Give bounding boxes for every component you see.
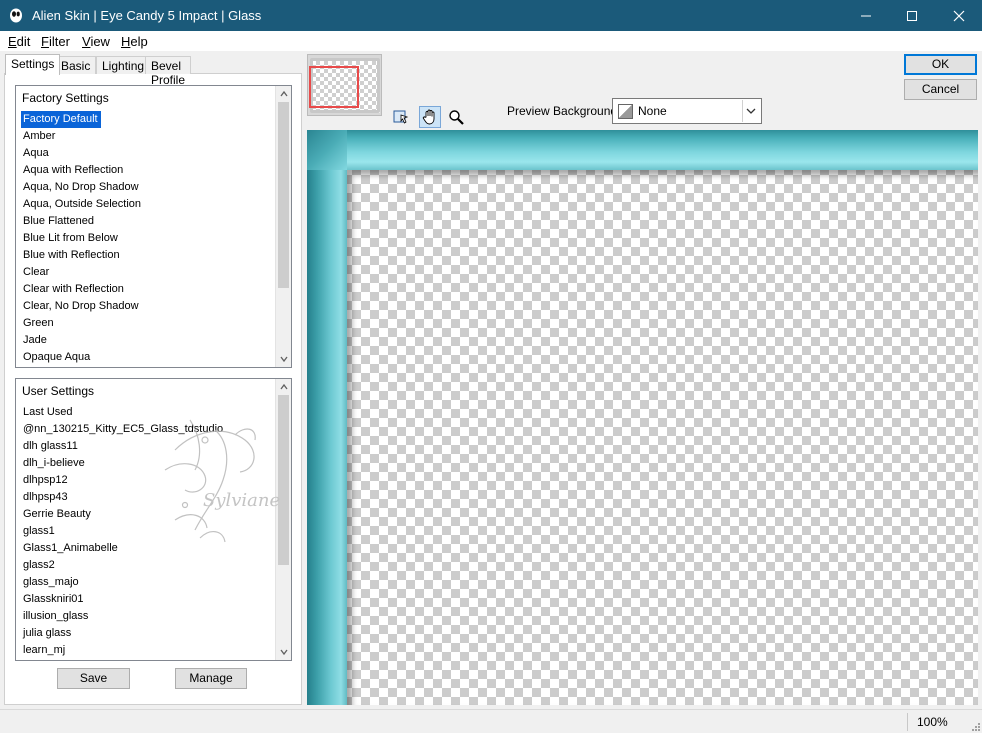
list-item[interactable]: Aqua xyxy=(21,145,279,162)
preview-background-value: None xyxy=(638,104,667,118)
list-item[interactable]: glass1 xyxy=(21,523,279,540)
pan-preview-icon xyxy=(393,110,409,124)
list-item[interactable]: dlhpsp43 xyxy=(21,489,279,506)
list-item[interactable]: Factory Default xyxy=(21,111,101,128)
menu-help[interactable]: Help xyxy=(121,34,148,49)
title-bar: Alien Skin | Eye Candy 5 Impact | Glass xyxy=(0,0,982,31)
ok-button[interactable]: OK xyxy=(904,54,977,75)
minimize-button[interactable] xyxy=(843,0,889,31)
list-item[interactable]: Blue Flattened xyxy=(21,213,279,230)
magnifier-icon xyxy=(449,110,464,125)
list-item[interactable]: dlh_i-believe xyxy=(21,455,279,472)
tab-lighting[interactable]: Lighting xyxy=(96,56,151,74)
menu-edit-label: dit xyxy=(16,34,31,49)
list-item[interactable]: Glass1_Animabelle xyxy=(21,540,279,557)
list-item[interactable]: Blue Lit from Below xyxy=(21,230,279,247)
menu-help-label: elp xyxy=(130,34,148,49)
scroll-up-icon[interactable] xyxy=(279,382,289,392)
preview-navigator-thumbnail[interactable] xyxy=(307,54,382,116)
status-bar: 100% xyxy=(0,709,982,733)
list-item[interactable]: Amber xyxy=(21,128,279,145)
user-settings-header: User Settings xyxy=(22,384,95,398)
list-item[interactable]: Jade xyxy=(21,332,279,349)
status-separator xyxy=(907,713,908,731)
tab-bevel-profile[interactable]: Bevel Profile xyxy=(145,56,192,87)
preview-background-label: Preview Background: xyxy=(507,104,621,118)
list-item[interactable]: Blue with Reflection xyxy=(21,247,279,264)
factory-scroll-thumb[interactable] xyxy=(278,102,289,288)
preview-background-select[interactable]: None xyxy=(612,98,762,124)
glass-frame-left xyxy=(307,130,347,705)
close-icon xyxy=(953,10,965,21)
list-item[interactable]: learn_mj xyxy=(21,642,279,659)
maximize-button[interactable] xyxy=(889,0,935,31)
thumbnail-view-rect[interactable] xyxy=(309,66,359,108)
chevron-down-icon[interactable] xyxy=(746,107,756,115)
scroll-down-icon[interactable] xyxy=(279,647,289,657)
zoom-level: 100% xyxy=(917,715,948,729)
tab-settings[interactable]: Settings xyxy=(5,54,61,75)
minimize-icon xyxy=(861,15,871,16)
cancel-button[interactable]: Cancel xyxy=(904,79,977,100)
list-item[interactable]: julia glass xyxy=(21,625,279,642)
scroll-up-icon[interactable] xyxy=(279,89,289,99)
menu-bar: Edit Filter View Help xyxy=(0,31,982,51)
hand-tool-button[interactable] xyxy=(419,106,441,128)
list-item[interactable]: glass_majo xyxy=(21,574,279,591)
list-item[interactable]: Clear xyxy=(21,264,279,281)
preview-canvas[interactable] xyxy=(307,130,978,705)
user-settings-list[interactable]: User Settings Last Used @nn_130215_Kitty… xyxy=(15,378,292,661)
list-item[interactable]: Aqua with Reflection xyxy=(21,162,279,179)
list-item[interactable]: @nn_130215_Kitty_EC5_Glass_tdstudio xyxy=(21,421,279,438)
user-list-scrollbar[interactable] xyxy=(275,379,291,660)
menu-edit[interactable]: Edit xyxy=(8,34,30,49)
factory-list-scrollbar[interactable] xyxy=(275,86,291,367)
list-item[interactable]: illusion_glass xyxy=(21,608,279,625)
list-item[interactable]: dlhpsp12 xyxy=(21,472,279,489)
glass-frame-top xyxy=(307,130,978,170)
user-scroll-thumb[interactable] xyxy=(278,395,289,565)
list-item[interactable]: Aqua, Outside Selection xyxy=(21,196,279,213)
list-item[interactable]: Gerrie Beauty xyxy=(21,506,279,523)
close-button[interactable] xyxy=(936,0,982,31)
zoom-tool-button[interactable] xyxy=(445,106,467,128)
menu-edit-mnemonic: E xyxy=(8,34,17,49)
list-item[interactable]: Opaque Aqua xyxy=(21,349,279,366)
tab-basic[interactable]: Basic xyxy=(55,56,97,74)
list-item[interactable]: Aqua, No Drop Shadow xyxy=(21,179,279,196)
list-item[interactable]: Clear with Reflection xyxy=(21,281,279,298)
hand-icon xyxy=(422,109,435,125)
scroll-down-icon[interactable] xyxy=(279,354,289,364)
manage-button[interactable]: Manage xyxy=(175,668,247,689)
menu-filter[interactable]: Filter xyxy=(41,34,70,49)
window-title: Alien Skin | Eye Candy 5 Impact | Glass xyxy=(32,8,262,23)
menu-help-mnemonic: H xyxy=(121,34,131,49)
alien-skin-app-icon xyxy=(10,8,22,23)
background-swatch-icon xyxy=(618,104,633,119)
list-item[interactable]: Green xyxy=(21,315,279,332)
glass-inner-shadow xyxy=(347,170,978,705)
select-divider xyxy=(742,100,743,122)
list-item[interactable]: Clear, No Drop Shadow xyxy=(21,298,279,315)
menu-view[interactable]: View xyxy=(82,34,110,49)
menu-filter-label: ilter xyxy=(48,34,70,49)
list-item[interactable]: glass2 xyxy=(21,557,279,574)
factory-settings-header: Factory Settings xyxy=(22,91,109,105)
factory-settings-list[interactable]: Factory Settings Factory Default Amber A… xyxy=(15,85,292,368)
list-item[interactable]: Last Used xyxy=(21,404,279,421)
list-item[interactable]: dlh glass11 xyxy=(21,438,279,455)
list-item[interactable]: Glasskniri01 xyxy=(21,591,279,608)
glass-frame-corner xyxy=(307,130,347,170)
maximize-icon xyxy=(907,10,917,21)
pan-preview-button[interactable] xyxy=(390,106,412,128)
menu-filter-mnemonic: F xyxy=(41,34,49,49)
save-button[interactable]: Save xyxy=(57,668,130,689)
menu-view-label: iew xyxy=(90,34,110,49)
resize-grip-icon[interactable] xyxy=(970,721,980,731)
